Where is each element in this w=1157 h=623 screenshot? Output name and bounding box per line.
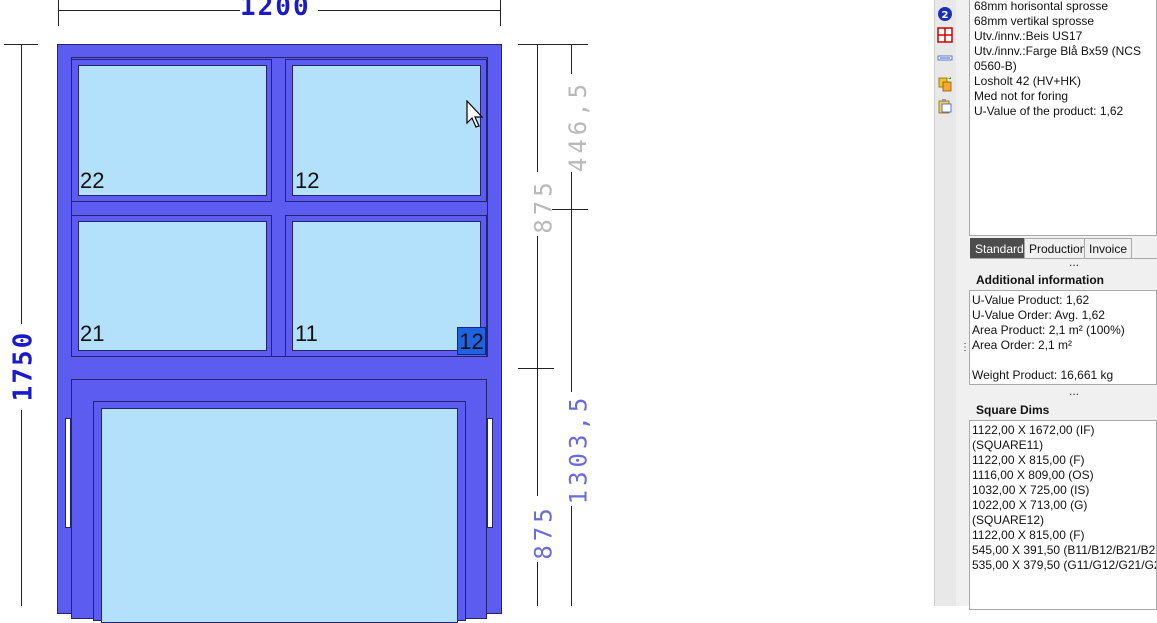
square-dims-line: (SQUARE11) [972, 438, 1044, 452]
glass-21[interactable] [78, 221, 267, 351]
square-dims-box[interactable]: 1122,00 X 1672,00 (IF) (SQUARE11) 1122,00 … [969, 420, 1157, 610]
square-dims-line: (SQUARE12) [972, 513, 1045, 527]
left-dim-line-top [21, 44, 22, 324]
pane-number-11: 11 [295, 321, 318, 346]
vertical-splitter-dots[interactable]: ⋮ [960, 343, 970, 353]
top-width-label[interactable]: 1200 [240, 0, 311, 22]
right-panel: 68mm horisontal sprosse 68mm vertikal spr… [956, 0, 1157, 610]
splitter-dots-1[interactable]: ... [1069, 255, 1079, 269]
pane-number-12: 12 [295, 168, 320, 193]
copy-icon[interactable] [937, 76, 953, 92]
mouse-cursor-icon [466, 100, 484, 128]
additional-info-line: Area Product: 2,1 m² (100%) [972, 323, 1125, 337]
top-dim-tick-left [58, 0, 59, 26]
svg-text:2: 2 [942, 10, 949, 21]
square-dims-line: 1122,00 X 815,00 (F) [972, 453, 1085, 467]
left-dim-line-bottom [21, 410, 22, 606]
side-toolbar: 2 [934, 0, 956, 606]
top-dim-tick-right [500, 0, 501, 26]
splitter-dots-2[interactable]: ... [1069, 384, 1079, 398]
tab-invoice[interactable]: Invoice [1084, 238, 1133, 258]
right-dim-line-outer [571, 44, 572, 74]
dim-upper-outer[interactable]: 446,5 [564, 80, 592, 172]
additional-info-line: U-Value Product: 1,62 [972, 293, 1090, 307]
top-dim-line-right [318, 10, 500, 11]
grid-icon[interactable] [937, 27, 953, 43]
handle-left[interactable] [65, 418, 71, 528]
additional-info-line: U-Value Order: Avg. 1,62 [972, 308, 1105, 322]
right-dim-line-inner-3 [537, 562, 538, 606]
additional-information-title: Additional information [976, 273, 1104, 287]
glass-12[interactable] [292, 65, 481, 196]
glass-11[interactable] [292, 221, 481, 351]
right-dim-line-outer-3 [571, 506, 572, 606]
description-line: Utv./innv.:Farge Blå Bx59 (NCS [974, 44, 1141, 58]
tab-production[interactable]: Production [1024, 238, 1092, 258]
description-line: 68mm vertikal sprosse [974, 14, 1095, 28]
square-dims-line: 535,00 X 379,50 (G11/G12/G21/G22) [972, 558, 1157, 572]
description-line: Utv./innv.:Beis US17 [974, 29, 1083, 43]
square-dims-line: 1022,00 X 713,00 (G) [972, 498, 1088, 512]
square-dims-line: 1122,00 X 1672,00 (IF) [972, 423, 1095, 437]
description-line: Losholt 42 (HV+HK) [974, 74, 1082, 88]
tab-standard[interactable]: Standard [970, 238, 1029, 258]
left-height-label[interactable]: 1750 [8, 331, 38, 402]
description-line: 68mm horisontal sprosse [974, 0, 1109, 13]
tab-bar: Standard Production Invoice [970, 238, 1157, 259]
additional-information-box[interactable]: U-Value Product: 1,62 U-Value Order: Avg.… [969, 290, 1157, 385]
right-dim-line-inner [537, 44, 538, 172]
square-dims-line: 545,00 X 391,50 (B11/B12/B21/B22) [972, 543, 1157, 557]
paste-icon[interactable] [937, 98, 953, 114]
additional-info-line: Weight Order: 16,661 kg [972, 383, 1156, 384]
pane-number-22: 22 [80, 168, 105, 193]
product-description-box[interactable]: 68mm horisontal sprosse 68mm vertikal spr… [969, 0, 1157, 236]
additional-info-line: Weight Product: 16,661 kg [972, 368, 1114, 382]
square-dims-title: Square Dims [976, 403, 1050, 417]
window-drawing-canvas[interactable]: 1200 1750 22 12 21 11 12 446,5 875 1303,… [0, 0, 930, 623]
description-line: Med not for foring [974, 89, 1069, 103]
pane-number-21: 21 [80, 321, 105, 346]
square-dims-line: 1122,00 X 815,00 (F) [972, 528, 1085, 542]
description-line: U-Value of the product: 1,62 [974, 104, 1124, 118]
profile-icon[interactable] [937, 50, 953, 66]
additional-info-line [972, 353, 1156, 368]
square-dims-line: 1116,00 X 809,00 (OS) [972, 468, 1094, 482]
right-dim-line-outer-2 [571, 172, 572, 392]
dim-lower-outer[interactable]: 1303,5 [564, 394, 592, 505]
handle-right[interactable] [487, 418, 493, 528]
description-line: 0560-B) [974, 59, 1017, 73]
help-icon[interactable]: 2 [937, 6, 953, 22]
lower-glass[interactable] [101, 408, 458, 623]
square-dims-line: 1032,00 X 725,00 (IS) [972, 483, 1090, 497]
additional-info-line: Area Order: 2,1 m² [972, 338, 1073, 352]
selected-section-badge[interactable]: 12 [457, 327, 486, 355]
right-dim-tick-lower [518, 368, 554, 369]
dim-upper-inner[interactable]: 875 [530, 178, 558, 233]
dim-lower-inner[interactable]: 875 [530, 504, 558, 559]
right-dim-line-inner-2 [537, 236, 538, 496]
top-dim-line-left [58, 10, 240, 11]
glass-22[interactable] [78, 65, 267, 196]
right-dim-tick-top [518, 44, 588, 45]
